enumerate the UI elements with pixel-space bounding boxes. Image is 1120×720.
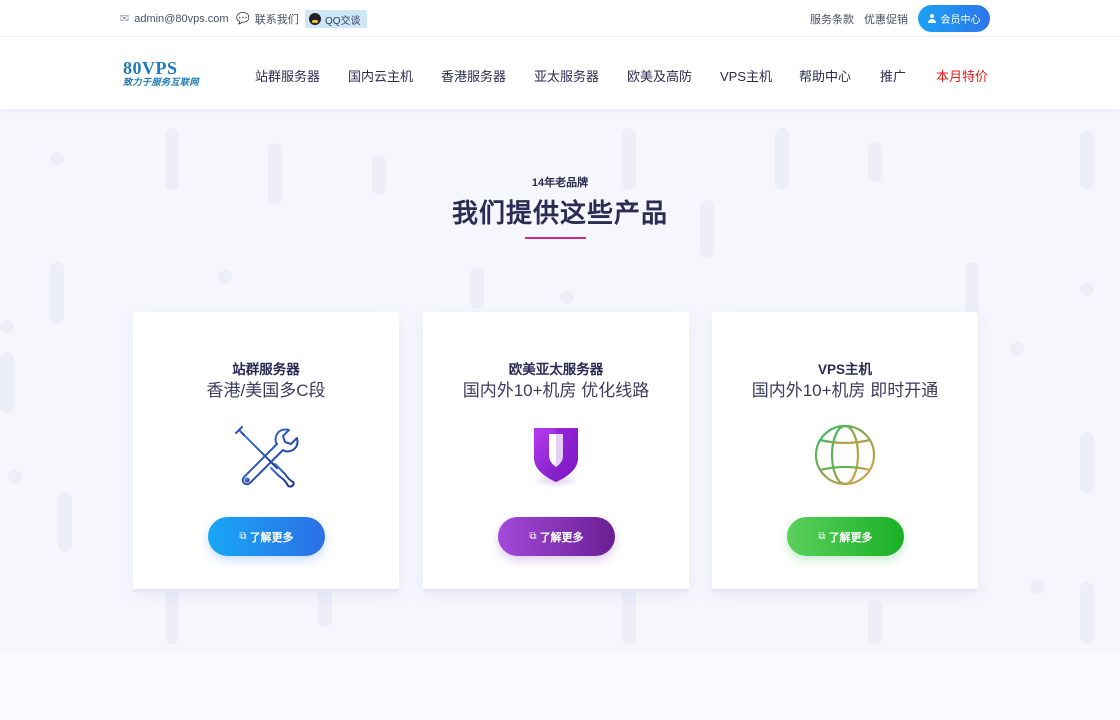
user-icon: [927, 14, 936, 23]
section-title: 我们提供这些产品: [451, 198, 668, 228]
logo-wordmark: 80VPS: [123, 58, 178, 78]
tools-icon: [231, 422, 301, 492]
card-subtitle: 国内外10+机房 优化线路: [462, 381, 650, 400]
contact-text: 联系我们: [254, 13, 299, 26]
product-card-euro-apac: 欧美亚太服务器 国内外10+机房 优化线路 ⧉ 了解更多: [423, 312, 689, 592]
card-subtitle: 国内外10+机房 即时开通: [751, 381, 939, 400]
chat-icon: 💬: [236, 13, 250, 25]
nav-item-euro-us-ddos[interactable]: 欧美及高防: [627, 66, 692, 85]
email-text: admin@80vps.com: [134, 12, 229, 25]
promo-link[interactable]: 优惠促销: [864, 0, 908, 37]
main-nav: 80VPS 致力于服务互联网 站群服务器 国内云主机 香港服务器 亚太服务器 欧…: [0, 37, 1120, 109]
nav-item-hongkong-servers[interactable]: 香港服务器: [441, 66, 506, 85]
nav-item-vps[interactable]: VPS主机: [720, 66, 772, 85]
member-center-button[interactable]: 会员中心: [918, 5, 990, 32]
qq-chat-button[interactable]: QQ交谈: [305, 10, 367, 28]
terms-link[interactable]: 服务条款: [810, 0, 854, 37]
learn-more-label: 了解更多: [249, 531, 294, 544]
external-link-icon: ⧉: [239, 531, 247, 542]
email-link[interactable]: ✉ admin@80vps.com: [120, 0, 229, 37]
learn-more-button[interactable]: ⧉ 了解更多: [208, 517, 325, 556]
learn-more-button[interactable]: ⧉ 了解更多: [498, 517, 615, 556]
qq-penguin-icon: [309, 13, 321, 25]
contact-link[interactable]: 💬 联系我们: [236, 0, 299, 37]
card-title: 欧美亚太服务器: [508, 362, 604, 377]
globe-icon: [810, 422, 880, 492]
product-card-vps: VPS主机 国内外10+机房 即时开通 ⧉ 了解更多: [712, 312, 978, 592]
nav-item-help-center[interactable]: 帮助中心: [799, 66, 851, 85]
learn-more-label: 了解更多: [539, 531, 584, 544]
learn-more-button[interactable]: ⧉ 了解更多: [787, 517, 904, 556]
nav-item-apac-servers[interactable]: 亚太服务器: [534, 66, 599, 85]
footer-band: [0, 652, 1120, 720]
card-title: VPS主机: [817, 362, 872, 377]
qq-chat-label: QQ交谈: [325, 15, 361, 27]
mail-icon: ✉: [120, 13, 130, 25]
site-logo[interactable]: 80VPS 致力于服务互联网: [123, 59, 199, 87]
promo-text: 优惠促销: [864, 13, 908, 26]
product-card-cluster: 站群服务器 香港/美国多C段 ⧉ 了解更多: [133, 312, 399, 592]
nav-item-promotion[interactable]: 推广: [880, 66, 906, 85]
title-underline: [525, 237, 586, 239]
card-title: 站群服务器: [232, 362, 300, 377]
learn-more-label: 了解更多: [828, 531, 873, 544]
section-eyebrow: 14年老品牌: [531, 177, 589, 189]
external-link-icon: ⧉: [818, 531, 826, 542]
card-subtitle: 香港/美国多C段: [206, 381, 326, 400]
nav-item-cluster-servers[interactable]: 站群服务器: [255, 66, 320, 85]
external-link-icon: ⧉: [529, 531, 537, 542]
top-bar: ✉ admin@80vps.com 💬 联系我们 QQ交谈 服务条款 优惠促销 …: [0, 0, 1120, 37]
logo-tagline: 致力于服务互联网: [123, 77, 200, 87]
shield-icon: [521, 422, 591, 492]
nav-item-domestic-cloud[interactable]: 国内云主机: [348, 66, 413, 85]
member-center-label: 会员中心: [940, 15, 981, 26]
nav-item-monthly-deals[interactable]: 本月特价: [936, 66, 988, 85]
terms-text: 服务条款: [810, 13, 854, 26]
